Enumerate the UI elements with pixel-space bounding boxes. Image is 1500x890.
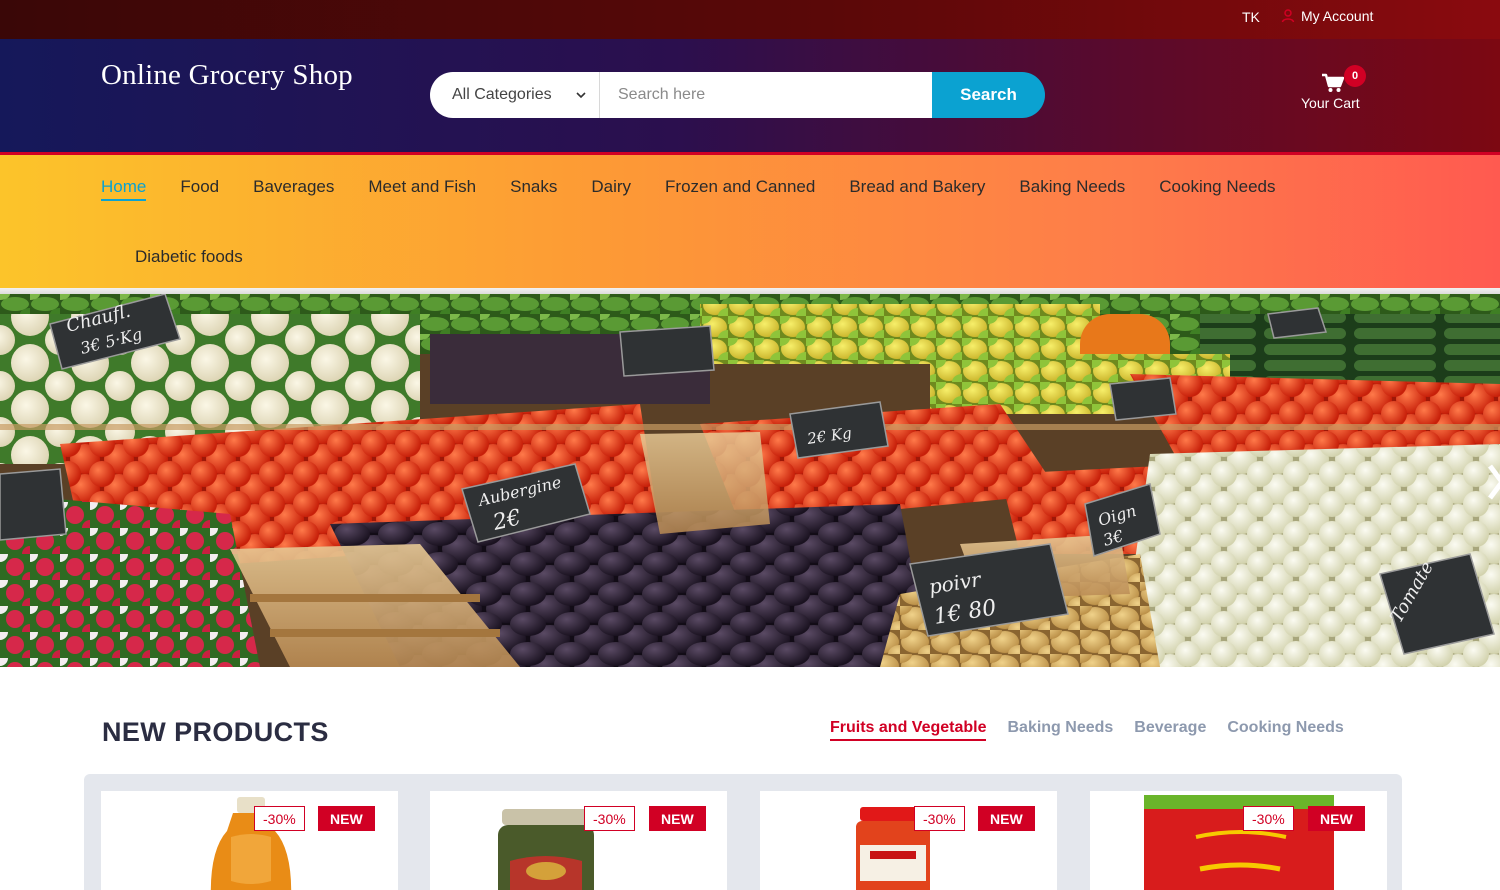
nav-item-snaks[interactable]: Snaks [510,177,557,247]
site-header: Online Grocery Shop All Categories Searc… [0,39,1500,155]
nav-item-cooking-needs[interactable]: Cooking Needs [1159,177,1275,247]
nav-item-home[interactable]: Home [101,177,147,247]
product-category-tabs: Fruits and Vegetable Baking Needs Bevera… [830,719,1344,741]
tab-beverage[interactable]: Beverage [1134,719,1206,741]
product-card[interactable]: -30% NEW [430,791,727,890]
search-form: All Categories Search [430,72,1045,118]
product-card[interactable]: -30% NEW [1090,791,1387,890]
hero-slider: Chaufl. 3€ 5·Kg Aubergine 2€ poivr 1€ 80… [0,294,1500,667]
nav-item-meet-and-fish[interactable]: Meet and Fish [368,177,476,247]
discount-badge: -30% [254,806,305,831]
my-account-label: My Account [1301,8,1374,24]
search-input[interactable] [600,72,932,118]
tab-cooking-needs[interactable]: Cooking Needs [1227,719,1343,741]
chevron-down-icon [576,92,586,99]
top-bar: TK My Account [0,0,1500,39]
discount-badge: -30% [914,806,965,831]
user-icon [1281,9,1295,23]
section-title: NEW PRODUCTS [102,717,329,747]
tab-fruits-and-vegetable[interactable]: Fruits and Vegetable [830,719,987,741]
site-logo[interactable]: Online Grocery Shop [101,59,353,92]
search-button[interactable]: Search [932,72,1045,118]
nav-item-bread-and-bakery[interactable]: Bread and Bakery [849,177,985,247]
currency-selector[interactable]: TK [1242,9,1260,25]
cart-button[interactable]: 0 Your Cart [1296,65,1372,125]
hero-image-produce-market: Chaufl. 3€ 5·Kg Aubergine 2€ poivr 1€ 80… [0,294,1500,667]
nav-item-dairy[interactable]: Dairy [591,177,631,247]
new-badge: NEW [318,806,375,831]
nav-item-baverages[interactable]: Baverages [253,177,334,247]
category-select[interactable]: All Categories [430,72,600,118]
tab-baking-needs[interactable]: Baking Needs [1007,719,1113,741]
product-card[interactable]: -30% NEW [760,791,1057,890]
cart-label: Your Cart [1301,95,1360,111]
nav-item-frozen-and-canned[interactable]: Frozen and Canned [665,177,815,247]
new-badge: NEW [649,806,706,831]
new-badge: NEW [978,806,1035,831]
new-badge: NEW [1308,806,1365,831]
nav-item-food[interactable]: Food [180,177,219,247]
discount-badge: -30% [1243,806,1294,831]
product-card[interactable]: -30% NEW [101,791,398,890]
my-account-link[interactable]: My Account [1281,8,1373,24]
main-navigation: Home Food Baverages Meet and Fish Snaks … [0,155,1500,288]
nav-item-baking-needs[interactable]: Baking Needs [1019,177,1125,247]
product-grid: -30% NEW -30% NEW -30% NEW -30% NEW [84,774,1402,890]
cart-count-badge: 0 [1344,65,1366,87]
category-select-value: All Categories [452,86,552,103]
discount-badge: -30% [584,806,635,831]
new-products-section: NEW PRODUCTS Fruits and Vegetable Baking… [0,667,1500,890]
cart-icon [1322,73,1344,92]
